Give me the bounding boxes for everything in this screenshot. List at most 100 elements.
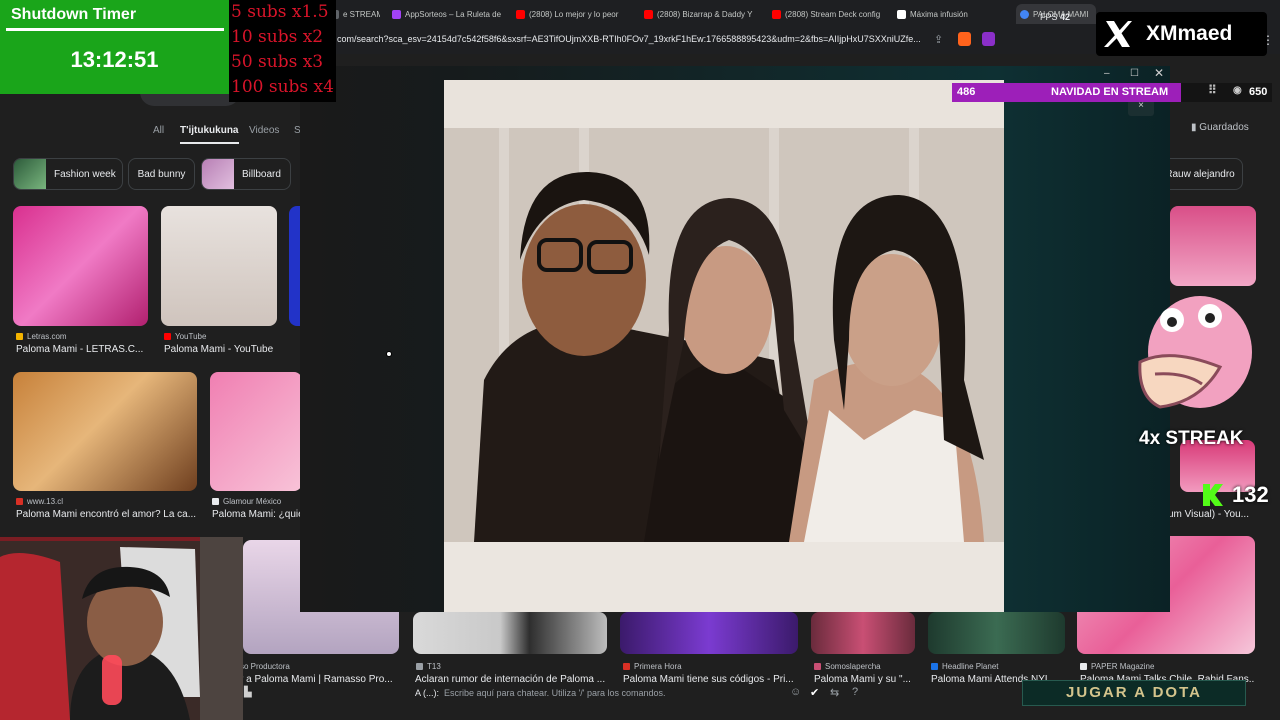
youtube-icon xyxy=(164,333,171,340)
timer-value: 13:12:51 xyxy=(70,47,159,72)
site-favicon-icon xyxy=(623,663,630,670)
image-result[interactable] xyxy=(161,206,277,326)
x-brand-overlay: XMmaed xyxy=(1096,12,1267,56)
browser-tab[interactable]: (2808) Lo mejor y lo peor xyxy=(516,4,628,24)
image-result[interactable] xyxy=(413,612,607,654)
chip-billboard[interactable]: Billboard xyxy=(201,158,291,190)
result-caption[interactable]: um Visual) - You... xyxy=(1168,509,1258,520)
tab-images[interactable]: T'ijtukukuna xyxy=(180,125,239,144)
chip-label: Fashion week xyxy=(54,168,116,180)
slowpoke-emote-icon xyxy=(1138,296,1252,409)
result-source: Glamour México xyxy=(212,497,281,506)
browser-tab[interactable]: e STREAM xyxy=(330,4,380,24)
tab-label: e STREAM xyxy=(343,9,380,19)
tab-label: AppSorteos – La Ruleta de xyxy=(405,9,502,19)
check-icon[interactable]: ✔ xyxy=(810,686,819,699)
saved-link[interactable]: ▮ Guardados xyxy=(1191,122,1249,133)
brave-rewards-icon[interactable] xyxy=(982,32,995,46)
tab-all[interactable]: All xyxy=(153,125,164,136)
source-label: Headline Planet xyxy=(942,662,999,671)
source-label: Glamour México xyxy=(223,497,282,506)
source-label: T13 xyxy=(427,662,441,671)
result-source: T13 xyxy=(416,662,441,671)
image-result[interactable] xyxy=(620,612,798,654)
close-icon[interactable]: ✕ xyxy=(1154,66,1164,80)
image-result[interactable] xyxy=(13,372,197,491)
result-source: Letras.com xyxy=(16,332,67,341)
fps-label: FPS xyxy=(1040,12,1058,22)
image-result[interactable] xyxy=(1170,206,1256,286)
maximize-icon[interactable]: ☐ xyxy=(1130,68,1139,79)
chip-label: Billboard xyxy=(242,168,281,180)
viewers-icon: ◉ xyxy=(1233,85,1242,96)
image-result[interactable] xyxy=(811,612,915,654)
result-caption[interactable]: Paloma Mami - YouTube xyxy=(164,344,279,355)
image-result[interactable] xyxy=(928,612,1065,654)
youtube-icon xyxy=(516,9,525,19)
share-icon[interactable]: ⇪ xyxy=(934,33,943,46)
site-favicon-icon xyxy=(931,663,938,670)
event-count: 486 xyxy=(957,86,976,98)
chat-user: A (...): xyxy=(415,688,440,698)
source-label: Primera Hora xyxy=(634,662,682,671)
help-icon[interactable]: ? xyxy=(852,686,858,698)
chip-fashion-week[interactable]: Fashion week xyxy=(13,158,123,190)
result-caption[interactable]: Paloma Mami encontró el amor? La ca... xyxy=(16,509,196,520)
google-icon xyxy=(1020,9,1029,19)
result-source: so Productora xyxy=(240,662,290,671)
chip-bad-bunny[interactable]: Bad bunny xyxy=(128,158,195,190)
result-source: Primera Hora xyxy=(623,662,682,671)
image-result[interactable] xyxy=(210,372,302,491)
result-caption[interactable]: Paloma Mami: ¿quié xyxy=(212,509,302,520)
source-label: Letras.com xyxy=(27,332,67,341)
site-favicon-icon xyxy=(16,498,23,505)
image-result[interactable] xyxy=(13,206,148,326)
cursor-icon xyxy=(386,351,392,357)
result-source: Somoslapercha xyxy=(814,662,881,671)
chat-input[interactable]: Escribe aquí para chatear. Utiliza '/' p… xyxy=(444,688,666,698)
browser-tab[interactable]: (2808) Bizarrap & Daddy Y xyxy=(644,4,756,24)
timer-title: Shutdown Timer xyxy=(11,6,137,23)
site-favicon-icon xyxy=(212,498,219,505)
chip-label: Bad bunny xyxy=(137,168,186,180)
emoji-icon[interactable]: ☺ xyxy=(790,686,801,698)
chip-thumbnail xyxy=(14,159,46,189)
source-label: so Productora xyxy=(240,662,290,671)
close-viewer-icon[interactable]: × xyxy=(1128,100,1154,116)
chat-input-bar: A (...): Escribe aquí para chatear. Util… xyxy=(410,684,870,702)
browser-tab[interactable]: AppSorteos – La Ruleta de xyxy=(392,4,502,24)
minimize-icon[interactable]: – xyxy=(1104,68,1110,79)
streak-label: 4x STREAK xyxy=(1139,428,1244,449)
subs-rule: 100 subs x4 xyxy=(231,77,334,97)
brand-name: XMmaed xyxy=(1146,22,1233,45)
chip-thumbnail xyxy=(202,159,234,189)
tab-videos[interactable]: Videos xyxy=(249,125,279,136)
tab-label: (2808) Lo mejor y lo peor xyxy=(529,9,619,19)
browser-tab[interactable]: (2808) Stream Deck config xyxy=(772,4,884,24)
subs-rule: 50 subs x3 xyxy=(231,52,324,72)
webcam-graphic xyxy=(0,537,243,720)
grid-icon: ⠿ xyxy=(1208,83,1217,97)
saved-label: Guardados xyxy=(1199,122,1249,133)
result-caption[interactable]: Paloma Mami - LETRAS.C... xyxy=(16,344,148,355)
taskbar-app-icon[interactable]: ▙ xyxy=(244,687,252,698)
subs-rule: 5 subs x1.5 xyxy=(231,2,329,22)
translate-icon[interactable]: ⇆ xyxy=(830,686,839,699)
result-caption[interactable]: r a Paloma Mami | Ramasso Pro... xyxy=(240,674,400,685)
tab-label: (2808) Stream Deck config xyxy=(785,9,881,19)
brave-shield-icon[interactable] xyxy=(958,32,971,46)
tab-label: (2808) Bizarrap & Daddy Y xyxy=(657,9,753,19)
timer-divider xyxy=(6,28,224,31)
tab-favicon-icon xyxy=(392,9,401,19)
source-label: www.13.cl xyxy=(27,497,64,506)
fps-value: 42 xyxy=(1060,12,1071,22)
url-field[interactable]: com/search?sca_esv=24154d7c542f58f6&sxsr… xyxy=(337,34,921,44)
subs-rule: 10 subs x2 xyxy=(231,27,324,47)
site-favicon-icon xyxy=(814,663,821,670)
kick-count: 132 xyxy=(1232,482,1269,507)
browser-tab[interactable]: Máxima infusión xyxy=(897,4,1009,24)
subs-multiplier-list: 5 subs x1.5 10 subs x2 50 subs x3 100 su… xyxy=(229,0,336,102)
youtube-icon xyxy=(772,9,781,19)
play-game-button[interactable]: JUGAR A DOTA xyxy=(1022,680,1246,706)
tab-label: Máxima infusión xyxy=(910,9,968,19)
